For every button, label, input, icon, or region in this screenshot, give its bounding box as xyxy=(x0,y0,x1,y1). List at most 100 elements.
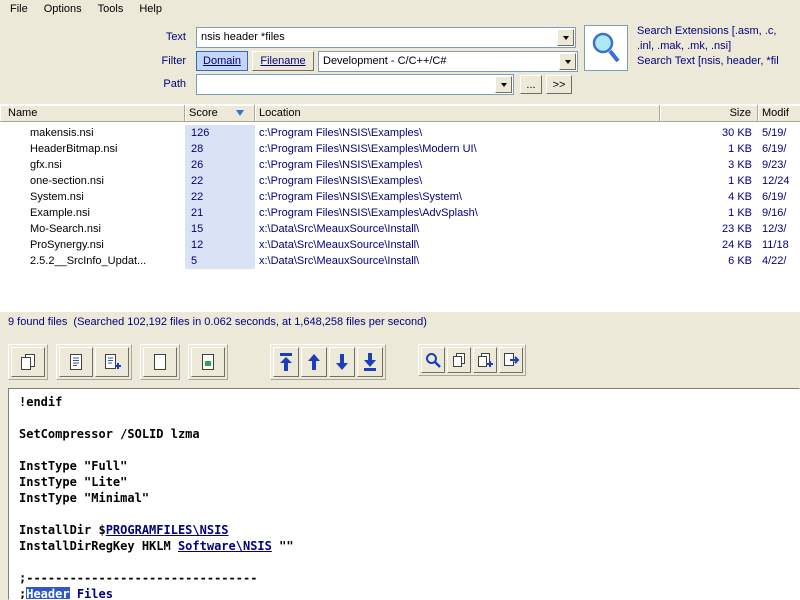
cell-size: 1 KB xyxy=(728,143,752,155)
preview-line: InstallDirRegKey HKLM Software\NSIS "" xyxy=(19,539,789,555)
preview-text[interactable]: !endif SetCompressor /SOLID lzma InstTyp… xyxy=(8,388,800,600)
dropdown-arrow-icon[interactable] xyxy=(557,29,574,46)
dropdown-arrow-icon[interactable] xyxy=(559,53,576,70)
toolbar-group xyxy=(270,344,386,380)
cell-score: 28 xyxy=(185,141,255,157)
domain-toggle-button[interactable]: Domain xyxy=(196,51,248,71)
table-row[interactable]: one-section.nsi 22 c:\Program Files\NSIS\E… xyxy=(0,173,800,189)
column-header-modified[interactable]: Modif xyxy=(758,105,800,121)
table-row[interactable]: makensis.nsi 126 c:\Program Files\NSIS\Exa… xyxy=(0,125,800,141)
browse-button[interactable]: ... xyxy=(520,75,542,94)
first-match-button[interactable] xyxy=(273,347,299,377)
table-row[interactable]: ProSynergy.nsi 12 x:\Data\Src\MeauxSource\… xyxy=(0,237,800,253)
cell-score: 21 xyxy=(185,205,255,221)
toolbar-group xyxy=(56,344,132,380)
results-header: Name Score Location Size Modif xyxy=(0,104,800,122)
copy-add-icon xyxy=(478,353,493,367)
more-button[interactable]: >> xyxy=(546,75,572,94)
doc-lines-icon xyxy=(70,354,82,370)
filter-label: Filter xyxy=(161,55,186,67)
cell-size: 30 KB xyxy=(722,127,752,139)
cell-modified: 6/19/ xyxy=(762,143,787,155)
cell-modified: 9/16/ xyxy=(762,207,787,219)
preview-line xyxy=(19,411,789,427)
cell-size: 1 KB xyxy=(728,175,752,187)
find-button[interactable] xyxy=(421,347,445,373)
cell-location: x:\Data\Src\MeauxSource\Install\ xyxy=(259,255,420,267)
code-text: InstType "Minimal" xyxy=(19,491,150,505)
cell-name: gfx.nsi xyxy=(30,159,62,171)
search-text-value: nsis header *files xyxy=(201,31,285,43)
cell-modified: 4/22/ xyxy=(762,255,787,267)
prev-match-button[interactable] xyxy=(301,347,327,377)
menu-help[interactable]: Help xyxy=(131,1,170,17)
menu-file[interactable]: File xyxy=(2,1,36,17)
preview-line xyxy=(19,443,789,459)
cell-modified: 12/3/ xyxy=(762,223,787,235)
table-row[interactable]: Mo-Search.nsi 15 x:\Data\Src\MeauxSource\I… xyxy=(0,221,800,237)
path-combobox[interactable] xyxy=(196,74,514,95)
cell-modified: 5/19/ xyxy=(762,127,787,139)
cell-modified: 9/23/ xyxy=(762,159,787,171)
column-label: Modif xyxy=(762,107,789,119)
prev-match-icon xyxy=(308,354,320,370)
search-text-combobox[interactable]: nsis header *files xyxy=(196,27,576,48)
cell-location: c:\Program Files\NSIS\Examples\ xyxy=(259,175,423,187)
column-header-name[interactable]: Name xyxy=(0,105,185,121)
cell-location: x:\Data\Src\MeauxSource\Install\ xyxy=(259,239,420,251)
menu-tools[interactable]: Tools xyxy=(90,1,132,17)
next-match-button[interactable] xyxy=(329,347,355,377)
table-row[interactable]: gfx.nsi 26 c:\Program Files\NSIS\Examples\… xyxy=(0,157,800,173)
cell-name: 2.5.2__SrcInfo_Updat... xyxy=(30,255,147,267)
doc-blank-button[interactable] xyxy=(143,347,177,377)
results-body: makensis.nsi 126 c:\Program Files\NSIS\Exa… xyxy=(0,122,800,312)
doc-lines-button[interactable] xyxy=(59,347,93,377)
preview-toolbar xyxy=(8,344,534,380)
category-select[interactable]: Development - C/C++/C# xyxy=(318,51,578,72)
column-header-score[interactable]: Score xyxy=(185,105,255,121)
preview-line: SetCompressor /SOLID lzma xyxy=(19,427,789,443)
path-label: Path xyxy=(163,78,186,90)
cell-name: makensis.nsi xyxy=(30,127,94,139)
copy-add-button[interactable] xyxy=(473,347,497,373)
column-label: Name xyxy=(8,107,38,119)
menu-options[interactable]: Options xyxy=(36,1,90,17)
code-text: SetCompressor /SOLID lzma xyxy=(19,427,200,441)
table-row[interactable]: Example.nsi 21 c:\Program Files\NSIS\Examp… xyxy=(0,205,800,221)
table-row[interactable]: HeaderBitmap.nsi 28 c:\Program Files\NSIS\… xyxy=(0,141,800,157)
cell-location: c:\Program Files\NSIS\Examples\System\ xyxy=(259,191,462,203)
toolbar-group xyxy=(188,344,228,380)
chevron-down-icon xyxy=(500,82,507,87)
dropdown-arrow-icon[interactable] xyxy=(495,76,512,93)
table-row[interactable]: System.nsi 22 c:\Program Files\NSIS\Exampl… xyxy=(0,189,800,205)
search-button[interactable] xyxy=(584,25,628,71)
code-text: "" xyxy=(271,539,294,553)
info-line: Search Text [nsis, header, *fil xyxy=(637,55,779,67)
cell-score: 26 xyxy=(185,157,255,173)
menu-bar: File Options Tools Help xyxy=(0,0,800,18)
code-text: InstType "Lite" xyxy=(19,475,128,489)
cell-name: Mo-Search.nsi xyxy=(30,223,101,235)
preview-line xyxy=(19,507,789,523)
table-row[interactable]: 2.5.2__SrcInfo_Updat... 5 x:\Data\Src\Meau… xyxy=(0,253,800,269)
cell-score: 12 xyxy=(185,237,255,253)
copy-small-icon xyxy=(453,353,465,367)
column-header-location[interactable]: Location xyxy=(255,105,660,121)
column-header-size[interactable]: Size xyxy=(660,105,758,121)
info-line: .inl, .mak, .mk, .nsi] xyxy=(637,40,732,52)
last-match-button[interactable] xyxy=(357,347,383,377)
cell-score: 22 xyxy=(185,189,255,205)
chevron-down-icon xyxy=(564,59,571,64)
copy-small-button[interactable] xyxy=(447,347,471,373)
info-line: Search Extensions [.asm, .c, xyxy=(637,25,777,37)
column-label: Location xyxy=(259,107,301,119)
export-button[interactable] xyxy=(499,347,523,373)
preview-line: InstallDir $PROGRAMFILES\NSIS xyxy=(19,523,789,539)
copy-button[interactable] xyxy=(11,347,45,377)
doc-image-button[interactable] xyxy=(191,347,225,377)
preview-line xyxy=(19,555,789,571)
doc-add-button[interactable] xyxy=(95,347,129,377)
preview-line: !endif xyxy=(19,395,789,411)
filename-toggle-button[interactable]: Filename xyxy=(252,51,314,71)
find-icon xyxy=(426,353,441,368)
